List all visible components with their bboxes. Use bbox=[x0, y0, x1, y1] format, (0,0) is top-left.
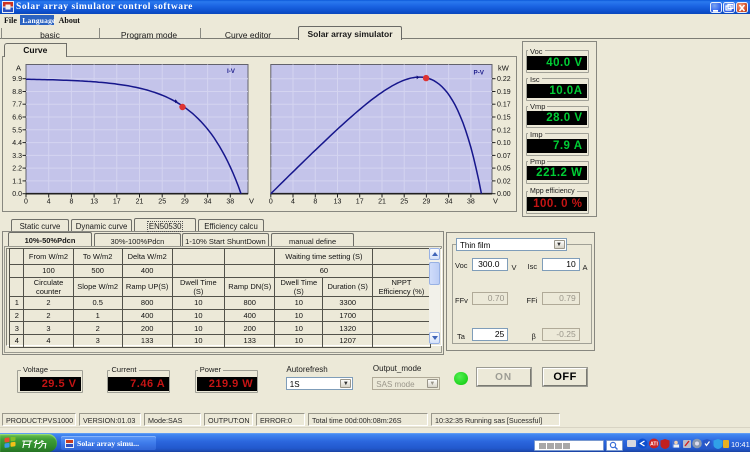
svg-text:0.10: 0.10 bbox=[497, 140, 511, 147]
svg-text:29: 29 bbox=[423, 199, 431, 206]
svg-text:21: 21 bbox=[136, 199, 144, 206]
svg-text:0.22: 0.22 bbox=[497, 76, 511, 83]
svg-text:0.05: 0.05 bbox=[497, 166, 511, 173]
svg-text:0.00: 0.00 bbox=[497, 191, 511, 198]
svg-text:5.5: 5.5 bbox=[12, 127, 22, 134]
svg-text:3.3: 3.3 bbox=[12, 153, 22, 160]
svg-text:25: 25 bbox=[400, 199, 408, 206]
svg-text:4.4: 4.4 bbox=[12, 140, 22, 147]
svg-text:38: 38 bbox=[467, 199, 475, 206]
svg-text:I-V: I-V bbox=[227, 68, 236, 75]
svg-text:2.2: 2.2 bbox=[12, 166, 22, 173]
svg-text:6.6: 6.6 bbox=[12, 115, 22, 122]
svg-text:13: 13 bbox=[90, 199, 98, 206]
svg-text:P-V: P-V bbox=[474, 70, 485, 77]
svg-text:0.15: 0.15 bbox=[497, 115, 511, 122]
svg-text:38: 38 bbox=[226, 199, 234, 206]
svg-text:8: 8 bbox=[313, 199, 317, 206]
svg-text:0: 0 bbox=[269, 199, 273, 206]
svg-text:17: 17 bbox=[113, 199, 121, 206]
svg-text:A: A bbox=[16, 64, 21, 73]
svg-text:1.1: 1.1 bbox=[12, 178, 22, 185]
svg-text:34: 34 bbox=[204, 199, 212, 206]
svg-text:0.0: 0.0 bbox=[12, 191, 22, 198]
svg-text:0.02: 0.02 bbox=[497, 178, 511, 185]
svg-text:21: 21 bbox=[378, 199, 386, 206]
svg-text:7.7: 7.7 bbox=[12, 102, 22, 109]
svg-text:0.17: 0.17 bbox=[497, 102, 511, 109]
svg-text:4: 4 bbox=[47, 199, 51, 206]
svg-text:17: 17 bbox=[356, 199, 364, 206]
svg-text:4: 4 bbox=[291, 199, 295, 206]
svg-text:0: 0 bbox=[24, 199, 28, 206]
svg-text:0.07: 0.07 bbox=[497, 153, 511, 160]
svg-text:13: 13 bbox=[334, 199, 342, 206]
svg-text:9.9: 9.9 bbox=[12, 76, 22, 83]
svg-text:29: 29 bbox=[181, 199, 189, 206]
svg-text:34: 34 bbox=[445, 199, 453, 206]
svg-text:0.12: 0.12 bbox=[497, 127, 511, 134]
svg-text:V: V bbox=[249, 197, 254, 206]
svg-text:25: 25 bbox=[158, 199, 166, 206]
svg-text:8: 8 bbox=[69, 199, 73, 206]
svg-text:8.8: 8.8 bbox=[12, 89, 22, 96]
svg-text:kW: kW bbox=[498, 64, 510, 73]
svg-text:0.19: 0.19 bbox=[497, 89, 511, 96]
svg-text:ATI: ATI bbox=[650, 441, 658, 447]
